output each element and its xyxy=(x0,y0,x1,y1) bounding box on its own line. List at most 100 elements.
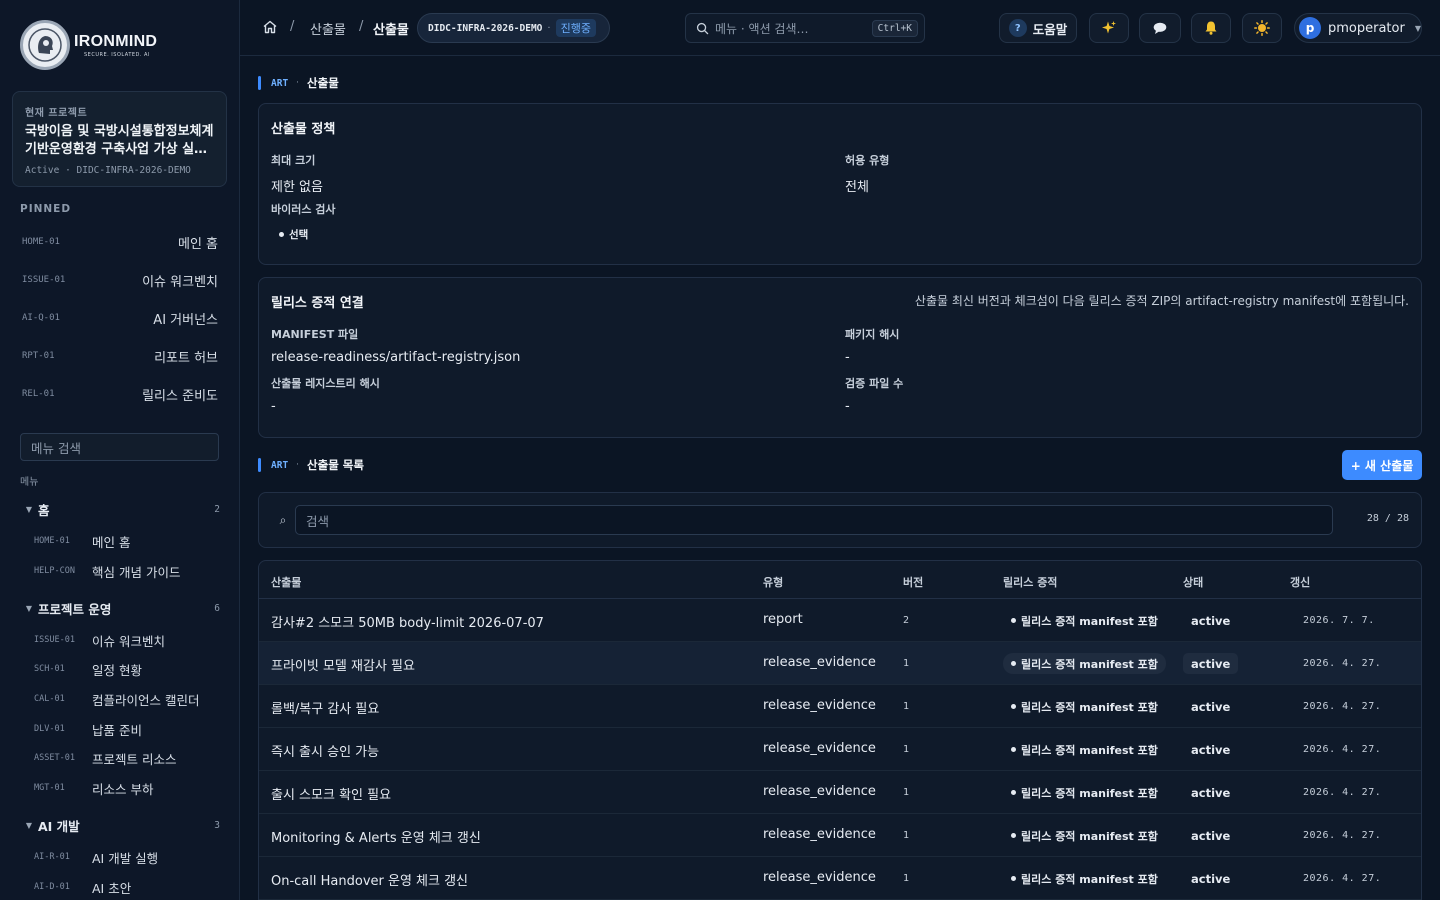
table-row[interactable]: 출시 스모크 확인 필요 release_evidence 1 릴리스 증적 m… xyxy=(259,771,1421,814)
column-header[interactable]: 릴리스 증적 xyxy=(1003,574,1057,590)
avatar: p xyxy=(1299,17,1321,39)
column-header[interactable]: 갱신 xyxy=(1290,574,1310,590)
pinned-code: REL-01 xyxy=(22,389,55,399)
project-switcher[interactable]: DIDC-INFRA-2026-DEMO · 진행중 xyxy=(417,13,610,43)
group-label: 프로젝트 운영 xyxy=(38,601,112,617)
current-project-card[interactable]: 현재 프로젝트 국방이음 및 국방시설통합정보체계 기반운영환경 구축사업 가상… xyxy=(12,91,227,187)
artifact-name[interactable]: 즉시 출시 승인 가능 xyxy=(271,741,379,760)
pinned-item-issue[interactable]: ISSUE-01 이슈 워크벤치 xyxy=(20,265,220,295)
brand-logo[interactable]: IRONMIND SECURE. ISOLATED. AI xyxy=(20,20,157,70)
status-badge: active xyxy=(1191,699,1231,714)
artifact-name[interactable]: 롤백/복구 감사 필요 xyxy=(271,698,379,717)
menu-group-home[interactable]: ▼ 홈 2 xyxy=(20,498,220,520)
table-row[interactable]: 감사#2 스모크 50MB body-limit 2026-07-07 repo… xyxy=(259,599,1421,642)
artifact-name[interactable]: On-call Handover 운영 체크 갱신 xyxy=(271,870,468,889)
menu-caption: 메뉴 xyxy=(20,477,39,488)
new-artifact-button[interactable]: + 새 산출물 xyxy=(1342,450,1422,480)
home-icon[interactable] xyxy=(262,19,278,35)
table-row[interactable]: Monitoring & Alerts 운영 체크 갱신 release_evi… xyxy=(259,814,1421,857)
brand-name: IRONMIND xyxy=(74,32,158,50)
evidence-badge: 릴리스 증적 manifest 포함 xyxy=(1003,825,1166,846)
pinned-item-release-readiness[interactable]: REL-01 릴리스 준비도 xyxy=(20,379,220,409)
nav-item-resource-load[interactable]: MGT-01 리소스 부하 xyxy=(34,776,220,800)
updated-date: 2026. 4. 27. xyxy=(1303,873,1382,884)
nav-label: AI 초안 xyxy=(92,880,132,896)
breadcrumb-separator: / xyxy=(359,19,364,34)
table-row[interactable]: 즉시 출시 승인 가능 release_evidence 1 릴리스 증적 ma… xyxy=(259,728,1421,771)
verify-count-field: 검증 파일 수 - xyxy=(845,377,904,414)
nav-label: 프로젝트 리소스 xyxy=(92,751,177,767)
column-header[interactable]: 상태 xyxy=(1183,574,1203,590)
nav-code: AI-R-01 xyxy=(34,852,70,862)
artifact-name[interactable]: 출시 스모크 확인 필요 xyxy=(271,784,391,803)
table-row[interactable]: 프라이빗 모델 재감사 필요 release_evidence 1 릴리스 증적… xyxy=(259,642,1421,685)
brand-tagline: SECURE. ISOLATED. AI xyxy=(84,51,150,58)
nav-item-schedule[interactable]: SCH-01 일정 현황 xyxy=(34,657,220,681)
theme-toggle-button[interactable] xyxy=(1242,13,1282,43)
nav-code: ASSET-01 xyxy=(34,753,75,763)
updated-date: 2026. 4. 27. xyxy=(1303,658,1382,669)
artifact-name[interactable]: 프라이빗 모델 재감사 필요 xyxy=(271,655,415,674)
column-header[interactable]: 유형 xyxy=(763,574,783,590)
column-header[interactable]: 산출물 xyxy=(271,574,301,590)
pinned-item-home[interactable]: HOME-01 메인 홈 xyxy=(20,227,220,257)
nav-item-ai-run[interactable]: AI-R-01 AI 개발 실행 xyxy=(34,845,220,869)
pinned-code: AI-Q-01 xyxy=(22,313,60,323)
chat-button[interactable] xyxy=(1139,13,1181,43)
virus-scan-field: 바이러스 검사 선택 xyxy=(271,203,336,241)
updated-date: 2026. 4. 27. xyxy=(1303,787,1382,798)
nav-label: 납품 준비 xyxy=(92,722,142,738)
evidence-badge: 릴리스 증적 manifest 포함 xyxy=(1003,610,1166,631)
ai-assist-button[interactable] xyxy=(1089,13,1129,43)
artifact-version: 1 xyxy=(903,830,910,841)
table-row[interactable]: On-call Handover 운영 체크 갱신 release_eviden… xyxy=(259,857,1421,900)
bullet-icon xyxy=(1011,876,1016,881)
bullet-icon xyxy=(1011,661,1016,666)
group-count: 2 xyxy=(214,503,220,515)
menu-group-project-ops[interactable]: ▼ 프로젝트 운영 6 xyxy=(20,597,220,619)
list-search-input[interactable]: 검색 xyxy=(295,505,1333,535)
sparkle-icon xyxy=(1102,21,1116,34)
pinned-code: RPT-01 xyxy=(22,351,55,361)
help-icon: ? xyxy=(1008,19,1027,37)
evidence-badge: 릴리스 증적 manifest 포함 xyxy=(1003,696,1166,717)
nav-item-compliance-calendar[interactable]: CAL-01 컴플라이언스 캘린더 xyxy=(34,687,220,711)
bullet-icon xyxy=(1011,704,1016,709)
list-filter-card: ⌕ 검색 28 / 28 xyxy=(258,492,1422,548)
table-row[interactable]: 롤백/복구 감사 필요 release_evidence 1 릴리스 증적 ma… xyxy=(259,685,1421,728)
project-meta: Active · DIDC-INFRA-2026-DEMO xyxy=(25,165,191,176)
user-name: pmoperator xyxy=(1328,20,1405,36)
pinned-item-ai-governance[interactable]: AI-Q-01 AI 거버넌스 xyxy=(20,303,220,333)
artifact-name[interactable]: 감사#2 스모크 50MB body-limit 2026-07-07 xyxy=(271,612,544,631)
nav-item-delivery[interactable]: DLV-01 납품 준비 xyxy=(34,717,220,741)
breadcrumb-item[interactable]: 산출물 xyxy=(310,19,346,38)
artifact-policy-card: 산출물 정책 최대 크기 제한 없음 허용 유형 전체 바이러스 검사 선택 xyxy=(258,103,1422,265)
nav-item-project-resources[interactable]: ASSET-01 프로젝트 리소스 xyxy=(34,746,220,770)
menu-group-ai-dev[interactable]: ▼ AI 개발 3 xyxy=(20,814,220,836)
result-count: 28 / 28 xyxy=(1366,513,1409,524)
help-button[interactable]: ? 도움말 xyxy=(999,13,1077,43)
notifications-button[interactable] xyxy=(1191,13,1231,43)
nav-label: 핵심 개념 가이드 xyxy=(92,564,181,580)
pinned-label: 리포트 허브 xyxy=(154,350,218,366)
column-header[interactable]: 버전 xyxy=(903,574,923,590)
nav-label: 이슈 워크벤치 xyxy=(92,633,165,649)
artifact-type: release_evidence xyxy=(763,655,876,670)
user-menu[interactable]: p pmoperator ▼ xyxy=(1294,13,1422,43)
command-search[interactable]: 메뉴 · 액션 검색… Ctrl+K xyxy=(685,13,925,43)
nav-code: AI-D-01 xyxy=(34,882,70,892)
pinned-label: AI 거버넌스 xyxy=(153,312,218,328)
nav-item-issue-workbench[interactable]: ISSUE-01 이슈 워크벤치 xyxy=(34,628,220,652)
nav-item-concept-guide[interactable]: HELP-CON 핵심 개념 가이드 xyxy=(34,559,220,583)
nav-item-home[interactable]: HOME-01 메인 홈 xyxy=(34,529,220,553)
theme-sun-icon xyxy=(1254,20,1270,36)
pinned-item-report-hub[interactable]: RPT-01 리포트 허브 xyxy=(20,341,220,371)
release-evidence-card: 릴리스 증적 연결 산출물 최신 버전과 체크섬이 다음 릴리스 증적 ZIP의… xyxy=(258,277,1422,438)
status-badge: active xyxy=(1191,613,1231,628)
card-note: 산출물 최신 버전과 체크섬이 다음 릴리스 증적 ZIP의 artifact-… xyxy=(914,294,1409,308)
bullet-icon xyxy=(1011,790,1016,795)
pinned-label: 릴리스 준비도 xyxy=(142,388,218,404)
artifact-name[interactable]: Monitoring & Alerts 운영 체크 갱신 xyxy=(271,827,481,846)
menu-search-input[interactable]: 메뉴 검색 xyxy=(20,433,219,461)
nav-item-ai-draft[interactable]: AI-D-01 AI 초안 xyxy=(34,875,220,899)
